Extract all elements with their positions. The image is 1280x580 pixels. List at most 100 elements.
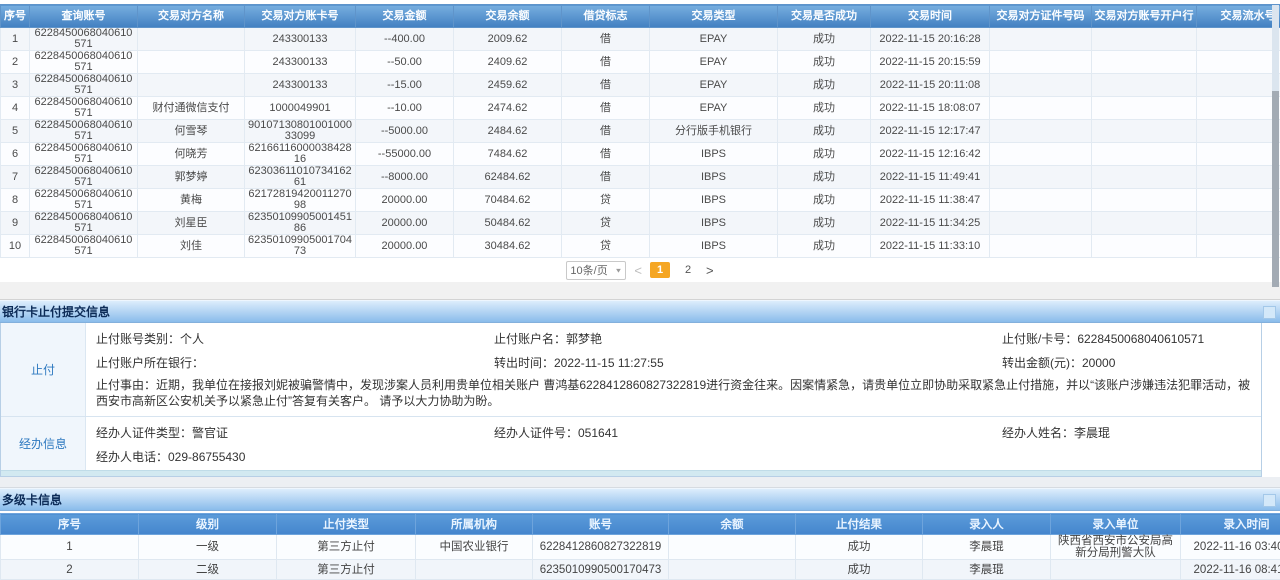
table-row: 66228450068040610571何晓芳62166116000038428… [1, 143, 1280, 166]
table-cell: 借 [562, 74, 650, 97]
table-cell: 成功 [778, 120, 871, 143]
table-cell: 借 [562, 143, 650, 166]
table-cell: 中国农业银行 [416, 535, 533, 560]
column-header: 序号 [1, 514, 139, 535]
table-cell: 2474.62 [454, 97, 562, 120]
table-cell: 2409.62 [454, 51, 562, 74]
table-cell [990, 74, 1092, 97]
column-header: 账号 [533, 514, 669, 535]
collapse-icon[interactable] [1263, 306, 1276, 319]
table-cell: 刘佳 [138, 235, 245, 258]
table-cell: 20000.00 [356, 212, 454, 235]
table-cell: 陕西省西安市公安局高新分局刑警大队 [1051, 535, 1181, 560]
column-header: 序号 [1, 5, 30, 28]
column-header: 交易是否成功 [778, 5, 871, 28]
table-cell: 9010713080100100033099 [245, 120, 356, 143]
table-cell: 6216611600003842816 [245, 143, 356, 166]
multilevel-table-body: 1一级第三方止付中国农业银行6228412860827322819成功李晨琨陕西… [1, 535, 1280, 580]
table-cell: 成功 [796, 560, 923, 580]
table-cell: EPAY [650, 51, 778, 74]
stop-payment-fields: 止付账号类别：个人止付账户名：郭梦艳止付账/卡号：622845006804061… [86, 323, 1261, 416]
handler-info-fields: 经办人证件类型：警官证经办人证件号：051641经办人姓名：李晨琨经办人电话：0… [86, 417, 1261, 470]
table-cell: 贷 [562, 212, 650, 235]
table-cell: 6228450068040610571 [30, 235, 138, 258]
table-cell [1092, 143, 1197, 166]
multilevel-card-table: 序号级别止付类型所属机构账号余额止付结果录入人录入单位录入时间 1一级第三方止付… [0, 513, 1280, 580]
table-cell: --10.00 [356, 97, 454, 120]
table-cell: 成功 [778, 51, 871, 74]
table-cell: 借 [562, 28, 650, 51]
table-cell: 6228450068040610571 [30, 97, 138, 120]
table-row: 16228450068040610571243300133--400.00200… [1, 28, 1280, 51]
table-cell: 9 [1, 212, 30, 235]
prev-page-button[interactable]: < [634, 263, 642, 278]
table-cell [990, 97, 1092, 120]
scrollbar-thumb[interactable] [1272, 91, 1279, 287]
stop-payment-block: 止付 止付账号类别：个人止付账户名：郭梦艳止付账/卡号：622845006804… [1, 323, 1261, 416]
field-text: 止付账/卡号：6228450068040610571 [992, 330, 1261, 347]
table-cell: 2022-11-15 20:15:59 [871, 51, 990, 74]
page-button-1[interactable]: 1 [650, 262, 670, 278]
table-cell: 黄梅 [138, 189, 245, 212]
table-cell [1197, 143, 1280, 166]
table-row: 96228450068040610571刘星臣62350109905001451… [1, 212, 1280, 235]
table-cell [990, 189, 1092, 212]
stop-payment-block-label: 止付 [1, 323, 86, 416]
field-text: 经办人证件类型：警官证 [86, 424, 484, 441]
table-cell: IBPS [650, 143, 778, 166]
table-cell [1197, 28, 1280, 51]
column-header: 级别 [139, 514, 277, 535]
next-page-button[interactable]: > [706, 263, 714, 278]
page-button-2[interactable]: 2 [678, 262, 698, 278]
table-cell: 2022-11-15 12:17:47 [871, 120, 990, 143]
page-size-select[interactable]: 10条/页 ▼ [566, 261, 626, 280]
column-header: 交易时间 [871, 5, 990, 28]
column-header: 录入单位 [1051, 514, 1181, 535]
panel-footer-strip [1, 470, 1261, 476]
table-cell: IBPS [650, 189, 778, 212]
column-header: 借贷标志 [562, 5, 650, 28]
table-cell [1197, 120, 1280, 143]
table-cell [1092, 235, 1197, 258]
table-cell: 借 [562, 97, 650, 120]
table-row: 46228450068040610571财付通微信支付1000049901--1… [1, 97, 1280, 120]
table-cell: 20000.00 [356, 189, 454, 212]
page-size-value: 10条/页 [570, 262, 607, 278]
table-row: 86228450068040610571黄梅621728194200112709… [1, 189, 1280, 212]
table-cell: --8000.00 [356, 166, 454, 189]
table-cell: 6235010990500170473 [533, 560, 669, 580]
table-cell [1092, 28, 1197, 51]
table-cell [1092, 74, 1197, 97]
table-cell: 何雪琴 [138, 120, 245, 143]
table-cell [990, 28, 1092, 51]
column-header: 交易对方名称 [138, 5, 245, 28]
table-cell: 6228450068040610571 [30, 51, 138, 74]
table-cell: 3 [1, 74, 30, 97]
table-cell: 6228450068040610571 [30, 189, 138, 212]
column-header: 交易对方账号开户行 [1092, 5, 1197, 28]
table-cell [416, 560, 533, 580]
table-cell: 财付通微信支付 [138, 97, 245, 120]
table-cell: 6 [1, 143, 30, 166]
table-cell: --400.00 [356, 28, 454, 51]
table-cell: 分行版手机银行 [650, 120, 778, 143]
field-row: 经办人电话：029-86755430 [86, 444, 1261, 468]
table-cell: --15.00 [356, 74, 454, 97]
table-cell: --50.00 [356, 51, 454, 74]
table-cell [1197, 166, 1280, 189]
table-cell: EPAY [650, 74, 778, 97]
table-cell [669, 535, 796, 560]
column-header: 交易余额 [454, 5, 562, 28]
table-cell [990, 212, 1092, 235]
table-cell [1092, 212, 1197, 235]
field-text: 转出金额(元)：20000 [992, 354, 1261, 371]
transactions-table-body: 16228450068040610571243300133--400.00200… [1, 28, 1280, 258]
table-cell: 8 [1, 189, 30, 212]
transactions-section: 序号查询账号交易对方名称交易对方账卡号交易金额交易余额借贷标志交易类型交易是否成… [0, 0, 1280, 258]
table-cell: 2022-11-15 11:49:41 [871, 166, 990, 189]
table-cell: 成功 [778, 189, 871, 212]
field-row: 经办人证件类型：警官证经办人证件号：051641经办人姓名：李晨琨 [86, 420, 1261, 444]
collapse-icon[interactable] [1263, 494, 1276, 507]
header-row: 序号级别止付类型所属机构账号余额止付结果录入人录入单位录入时间 [1, 514, 1280, 535]
field-text: 经办人证件号：051641 [484, 424, 992, 441]
